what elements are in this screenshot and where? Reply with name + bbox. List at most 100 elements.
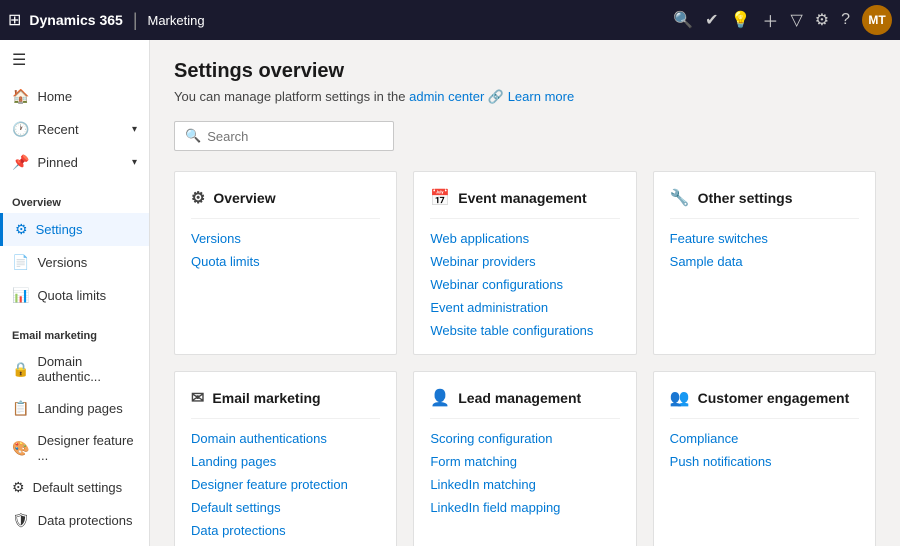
card-header-other-settings: 🔧 Other settings <box>670 188 859 219</box>
card-link-overview-0[interactable]: Versions <box>191 231 380 246</box>
card-title-overview: Overview <box>213 190 275 206</box>
settings-card-email-marketing: ✉ Email marketing Domain authentications L… <box>174 371 397 546</box>
overview-section-title: Overview <box>0 187 149 213</box>
user-avatar[interactable]: MT <box>862 5 892 35</box>
card-icon-other-settings: 🔧 <box>670 188 690 208</box>
sidebar-item-home-label: Home <box>37 89 72 104</box>
help-ring-icon[interactable]: 💡 <box>731 10 751 30</box>
sidebar-item-settings-label: Settings <box>36 222 83 237</box>
settings-sidebar-icon: ⚙ <box>15 221 28 238</box>
sidebar-item-designer-feature[interactable]: 🎨 Designer feature ... <box>0 425 149 471</box>
data-protect-icon: 🛡 <box>12 512 30 529</box>
card-link-event-management-0[interactable]: Web applications <box>430 231 619 246</box>
card-header-email-marketing: ✉ Email marketing <box>191 388 380 419</box>
settings-card-customer-engagement: 👥 Customer engagement Compliance Push noti… <box>653 371 876 546</box>
card-links-customer-engagement: Compliance Push notifications <box>670 431 859 469</box>
card-title-email-marketing: Email marketing <box>212 390 320 406</box>
sidebar-item-landing-label: Landing pages <box>37 401 122 416</box>
settings-card-event-management: 📅 Event management Web applications Webina… <box>413 171 636 355</box>
sidebar-item-quota-limits[interactable]: 📊 Quota limits <box>0 279 149 312</box>
settings-card-other-settings: 🔧 Other settings Feature switches Sample d… <box>653 171 876 355</box>
search-input[interactable] <box>207 129 383 144</box>
sidebar-item-domain-auth[interactable]: 🔒 Domain authentic... <box>0 346 149 392</box>
recent-expand-icon: ▾ <box>132 124 137 135</box>
main-content: Settings overview You can manage platfor… <box>150 40 900 546</box>
card-link-overview-1[interactable]: Quota limits <box>191 254 380 269</box>
grid-icon[interactable]: ⊞ <box>8 10 21 30</box>
sidebar-item-versions-label: Versions <box>37 255 87 270</box>
sidebar-item-quota-label: Quota limits <box>37 288 106 303</box>
add-icon[interactable]: ＋ <box>762 8 778 32</box>
page-subtitle: You can manage platform settings in the … <box>174 89 876 105</box>
app-name[interactable]: Dynamics 365 <box>29 12 122 28</box>
recent-icon: 🕐 <box>12 121 29 138</box>
page-title: Settings overview <box>174 60 876 83</box>
card-link-lead-management-1[interactable]: Form matching <box>430 454 619 469</box>
sidebar-item-pinned-label: Pinned <box>37 155 77 170</box>
card-links-event-management: Web applications Webinar providers Webinar… <box>430 231 619 338</box>
sidebar-item-landing-pages[interactable]: 📋 Landing pages <box>0 392 149 425</box>
card-link-lead-management-3[interactable]: LinkedIn field mapping <box>430 500 619 515</box>
sidebar-hamburger[interactable]: ☰ <box>0 40 149 80</box>
sidebar-item-pinned[interactable]: 📌 Pinned ▾ <box>0 146 149 179</box>
card-link-email-marketing-0[interactable]: Domain authentications <box>191 431 380 446</box>
tasks-icon[interactable]: ✔ <box>705 10 718 30</box>
card-icon-email-marketing: ✉ <box>191 388 204 408</box>
nav-divider: | <box>133 10 138 31</box>
domain-icon: 🔒 <box>12 361 29 378</box>
card-links-overview: Versions Quota limits <box>191 231 380 269</box>
card-header-overview: ⚙ Overview <box>191 188 380 219</box>
card-link-customer-engagement-1[interactable]: Push notifications <box>670 454 859 469</box>
card-title-event-management: Event management <box>458 190 586 206</box>
pinned-icon: 📌 <box>12 154 29 171</box>
sidebar-item-default-settings[interactable]: ⚙ Default settings <box>0 471 149 504</box>
search-bar-icon: 🔍 <box>185 128 201 144</box>
card-header-customer-engagement: 👥 Customer engagement <box>670 388 859 419</box>
card-title-customer-engagement: Customer engagement <box>698 390 850 406</box>
learn-more-link[interactable]: Learn more <box>508 89 574 104</box>
pinned-expand-icon: ▾ <box>132 157 137 168</box>
sidebar-item-versions[interactable]: 📄 Versions <box>0 246 149 279</box>
card-link-email-marketing-4[interactable]: Data protections <box>191 523 380 538</box>
settings-card-lead-management: 👤 Lead managementScoring configurationFo… <box>413 371 636 546</box>
sidebar-item-data-protections[interactable]: 🛡 Data protections <box>0 504 149 537</box>
card-link-lead-management-2[interactable]: LinkedIn matching <box>430 477 619 492</box>
admin-center-link[interactable]: admin center <box>409 89 484 104</box>
card-link-customer-engagement-0[interactable]: Compliance <box>670 431 859 446</box>
card-links-other-settings: Feature switches Sample data <box>670 231 859 269</box>
card-links-lead-management: Scoring configuration Form matching Linked… <box>430 431 619 515</box>
card-link-email-marketing-2[interactable]: Designer feature protection <box>191 477 380 492</box>
sidebar-item-default-label: Default settings <box>33 480 123 495</box>
card-link-event-management-4[interactable]: Website table configurations <box>430 323 619 338</box>
settings-icon[interactable]: ⚙ <box>815 10 829 30</box>
sidebar-item-recent-label: Recent <box>37 122 78 137</box>
card-link-email-marketing-3[interactable]: Default settings <box>191 500 380 515</box>
settings-card-overview: ⚙ Overview Versions Quota limits <box>174 171 397 355</box>
designer-icon: 🎨 <box>12 440 29 457</box>
settings-grid: ⚙ Overview Versions Quota limits 📅 Event ma… <box>174 171 876 546</box>
sidebar-item-home[interactable]: 🏠 Home <box>0 80 149 113</box>
sidebar-item-data-label: Data protections <box>38 513 133 528</box>
card-icon-overview: ⚙ <box>191 188 205 208</box>
filter-icon[interactable]: ▽ <box>790 10 802 30</box>
sidebar-item-settings[interactable]: ⚙ Settings <box>0 213 149 246</box>
sidebar-item-domain-label: Domain authentic... <box>37 354 137 384</box>
card-link-email-marketing-1[interactable]: Landing pages <box>191 454 380 469</box>
card-link-event-management-2[interactable]: Webinar configurations <box>430 277 619 292</box>
card-link-other-settings-0[interactable]: Feature switches <box>670 231 859 246</box>
sidebar-item-recent[interactable]: 🕐 Recent ▾ <box>0 113 149 146</box>
card-icon-customer-engagement: 👥 <box>670 388 690 408</box>
home-icon: 🏠 <box>12 88 29 105</box>
versions-icon: 📄 <box>12 254 29 271</box>
card-icon-event-management: 📅 <box>430 188 450 208</box>
question-icon[interactable]: ? <box>841 11 850 29</box>
search-icon[interactable]: 🔍 <box>673 10 693 30</box>
card-link-event-management-3[interactable]: Event administration <box>430 300 619 315</box>
main-layout: ☰ 🏠 Home 🕐 Recent ▾ 📌 Pinned ▾ Overview … <box>0 40 900 546</box>
card-link-event-management-1[interactable]: Webinar providers <box>430 254 619 269</box>
module-name: Marketing <box>148 13 205 28</box>
card-link-other-settings-1[interactable]: Sample data <box>670 254 859 269</box>
card-link-lead-management-0[interactable]: Scoring configuration <box>430 431 619 446</box>
card-icon-lead-management: 👤 <box>430 388 450 408</box>
search-bar[interactable]: 🔍 <box>174 121 394 151</box>
